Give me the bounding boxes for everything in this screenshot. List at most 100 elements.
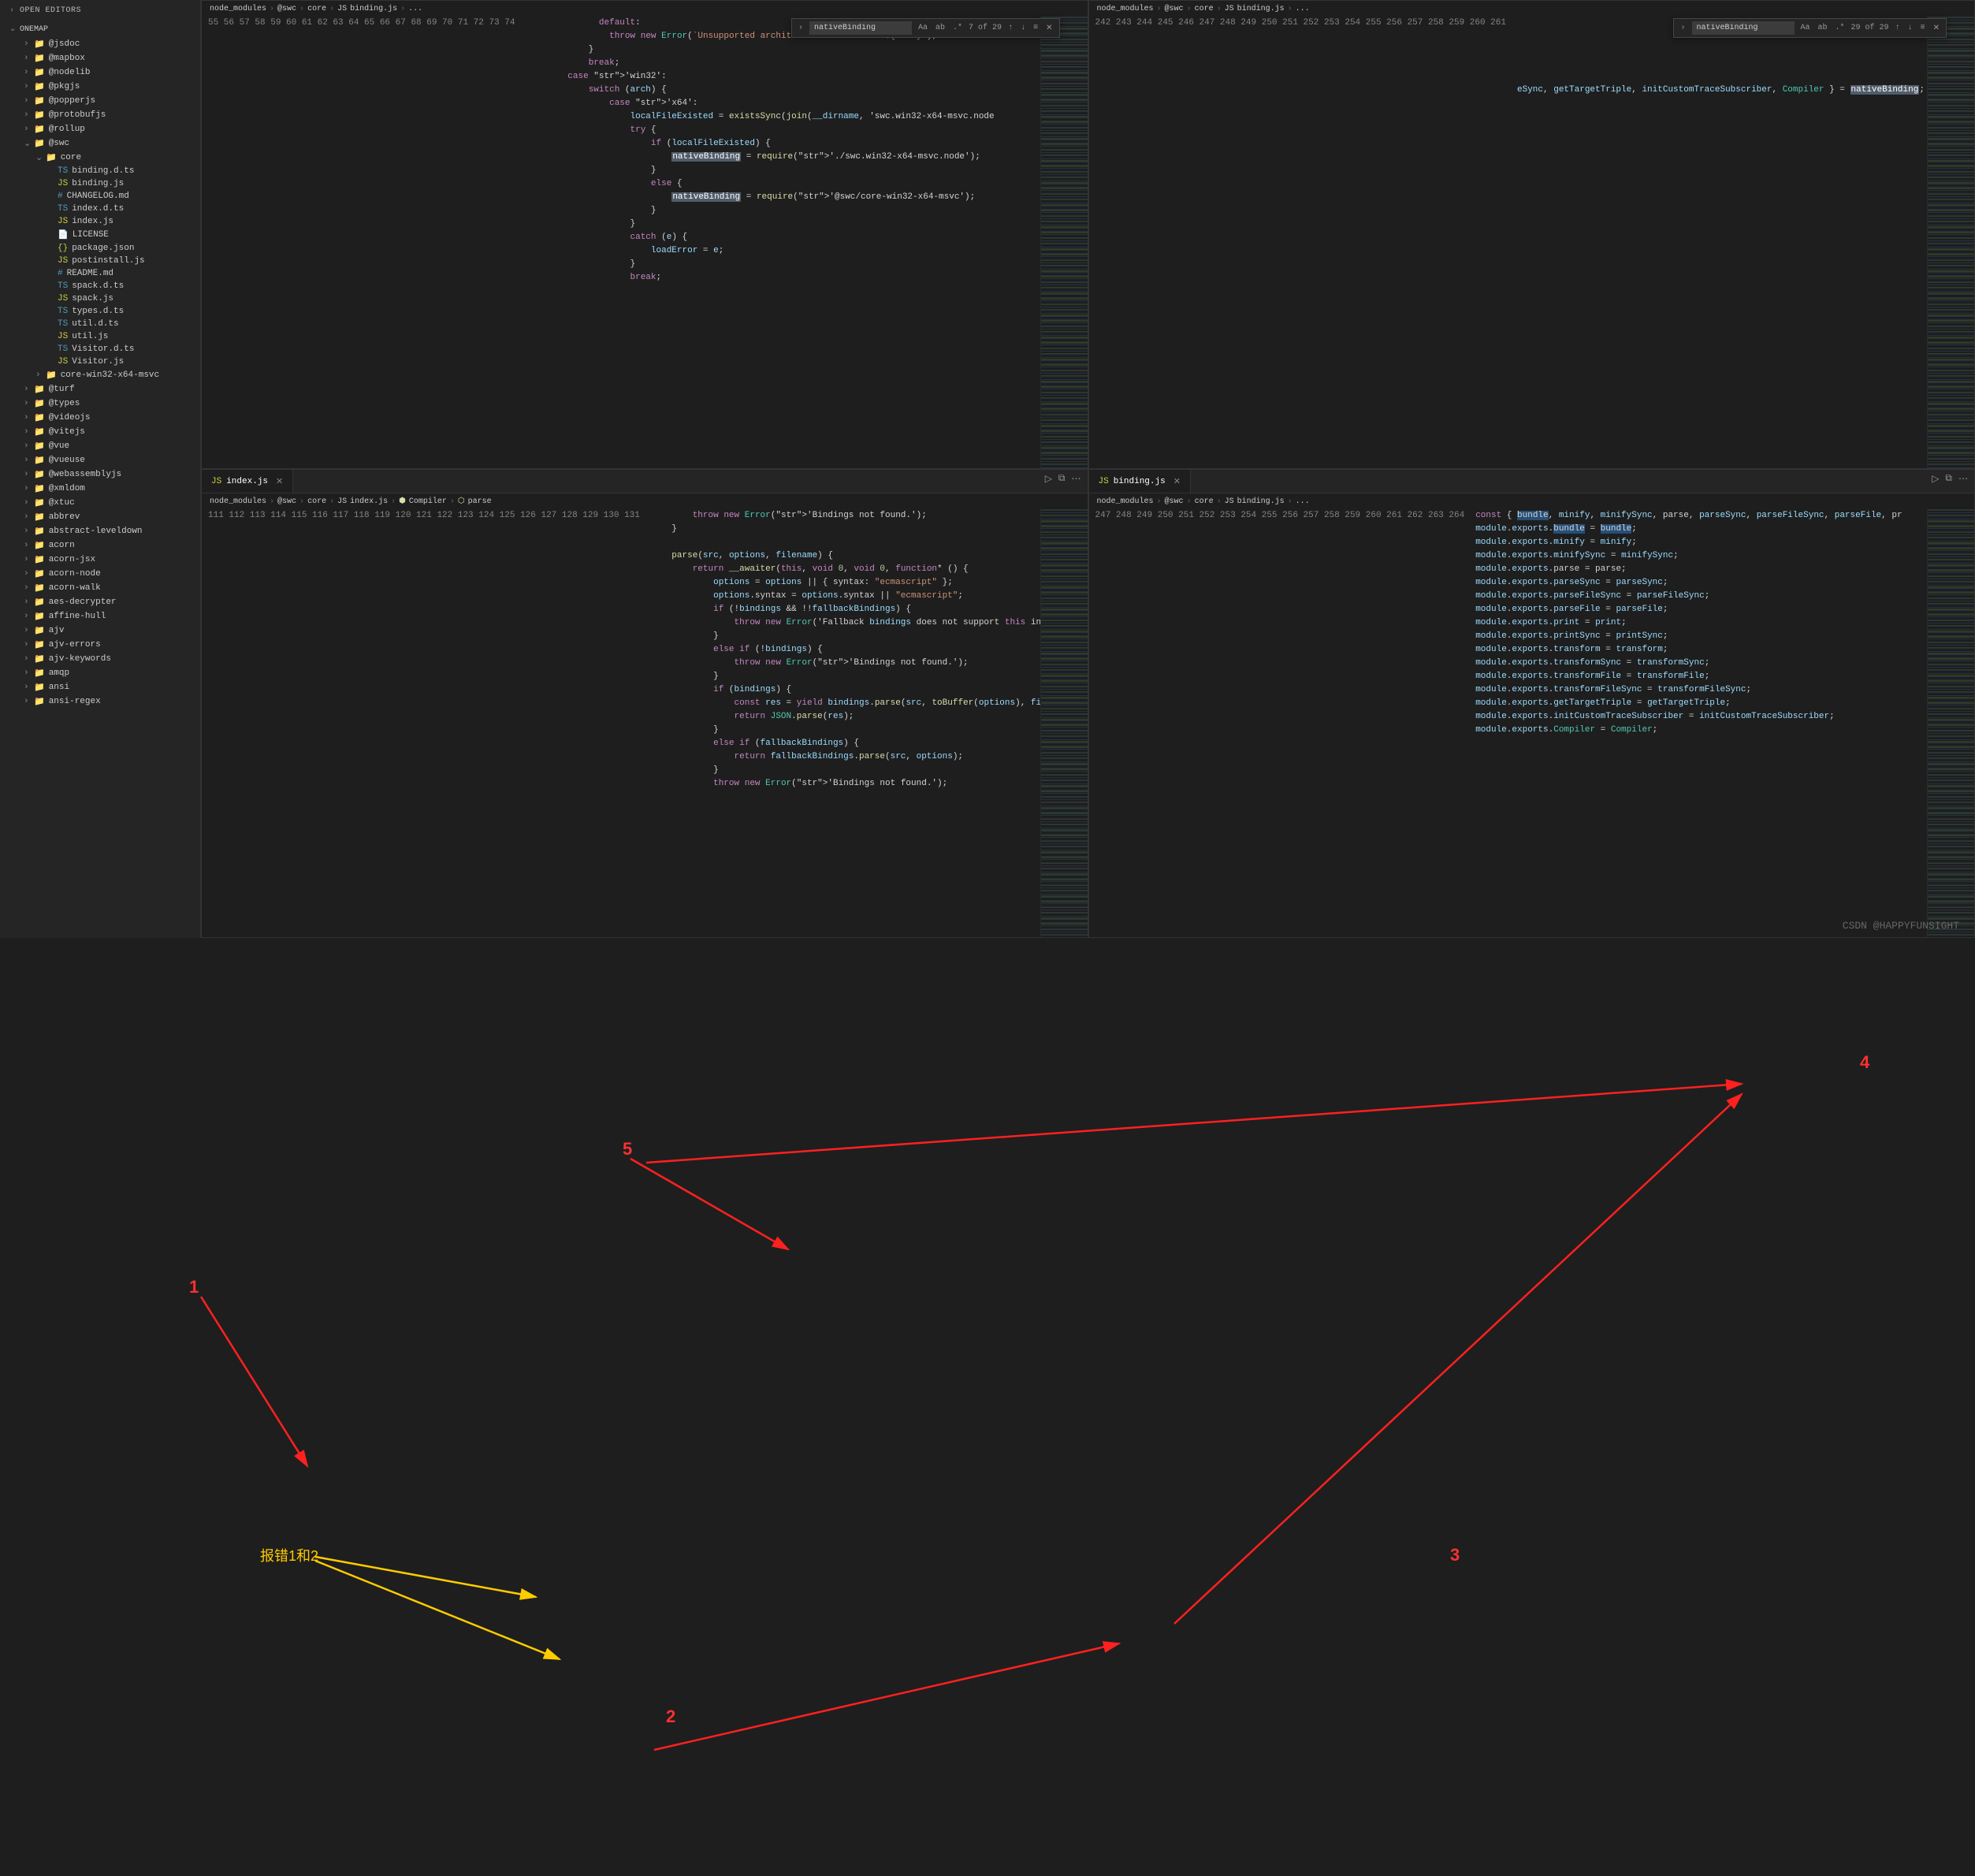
tree-item[interactable]: ›📁@vueuse <box>0 453 200 467</box>
tree-item[interactable]: TSspack.d.ts <box>0 280 200 292</box>
tree-item[interactable]: ›📁acorn-node <box>0 567 200 581</box>
filter-icon[interactable]: ≡ <box>1032 24 1040 32</box>
tree-item[interactable]: ›📁@jsdoc <box>0 37 200 51</box>
tree-item[interactable]: TSVisitor.d.ts <box>0 343 200 355</box>
breadcrumb[interactable]: node_modules› @swc› core› JSbinding.js› … <box>1089 493 1975 509</box>
prev-match-icon[interactable]: ↑ <box>1894 24 1902 32</box>
tree-item[interactable]: TSindex.d.ts <box>0 203 200 215</box>
tree-item[interactable]: ›📁ansi <box>0 680 200 694</box>
tree-item[interactable]: ›📁ajv-keywords <box>0 652 200 666</box>
tree-item[interactable]: #CHANGELOG.md <box>0 190 200 203</box>
code-lines[interactable]: eSync, getTargetTriple, initCustomTraceS… <box>1517 17 1927 468</box>
code-lines[interactable]: default: throw new Error(`Unsupported ar… <box>526 17 1040 468</box>
match-case-icon[interactable]: Aa <box>1799 24 1812 32</box>
tree-item[interactable]: ›📁@pkgjs <box>0 80 200 94</box>
tree-item[interactable]: ›📁core-win32-x64-msvc <box>0 368 200 382</box>
regex-icon[interactable]: .* <box>951 24 964 32</box>
match-case-icon[interactable]: Aa <box>917 24 929 32</box>
chevron-icon[interactable]: › <box>1679 24 1687 32</box>
next-match-icon[interactable]: ↓ <box>1906 24 1914 32</box>
run-icon[interactable]: ▷ <box>1045 473 1052 485</box>
breadcrumb[interactable]: node_modules› @swc› core› JSbinding.js› … <box>1089 1 1975 17</box>
tree-item[interactable]: #README.md <box>0 267 200 280</box>
tree-item[interactable]: JSindex.js <box>0 215 200 228</box>
tree-item[interactable]: JSVisitor.js <box>0 355 200 368</box>
tree-item[interactable]: JSbinding.js <box>0 177 200 190</box>
tree-item[interactable]: ›📁ajv-errors <box>0 638 200 652</box>
filter-icon[interactable]: ≡ <box>1919 24 1927 32</box>
tree-item[interactable]: JSutil.js <box>0 330 200 343</box>
find-widget[interactable]: › Aa ab .* 7 of 29 ↑ ↓ ≡ ✕ <box>791 18 1060 38</box>
code-area[interactable]: 111 112 113 114 115 116 117 118 119 120 … <box>202 509 1088 937</box>
tree-item[interactable]: ›📁acorn <box>0 538 200 553</box>
find-input[interactable] <box>1692 21 1795 35</box>
minimap[interactable] <box>1927 17 1974 468</box>
breadcrumb[interactable]: node_modules› @swc› core› JSindex.js› ⬢C… <box>202 493 1088 509</box>
split-icon[interactable]: ⧉ <box>1058 473 1066 485</box>
code-area[interactable]: 247 248 249 250 251 252 253 254 255 256 … <box>1089 509 1975 937</box>
run-icon[interactable]: ▷ <box>1932 473 1939 485</box>
tree-item[interactable]: ›📁@protobufjs <box>0 108 200 122</box>
code-lines[interactable]: throw new Error("str">'Bindings not foun… <box>651 509 1040 937</box>
gutter: 55 56 57 58 59 60 61 62 63 64 65 66 67 6… <box>202 17 526 468</box>
match-word-icon[interactable]: ab <box>934 24 947 32</box>
code-area[interactable]: 55 56 57 58 59 60 61 62 63 64 65 66 67 6… <box>202 17 1088 468</box>
tree-item[interactable]: ›📁ansi-regex <box>0 694 200 709</box>
more-icon[interactable]: ⋯ <box>1072 473 1081 485</box>
open-editors-header[interactable]: ›OPEN EDITORS <box>0 0 200 21</box>
tree-item[interactable]: ›📁@nodelib <box>0 65 200 80</box>
tree-item[interactable]: {}package.json <box>0 242 200 255</box>
prev-match-icon[interactable]: ↑ <box>1006 24 1014 32</box>
tab-binding-js[interactable]: JSbinding.js✕ <box>1089 470 1191 493</box>
tree-item[interactable]: ›📁abstract-leveldown <box>0 524 200 538</box>
minimap[interactable] <box>1040 509 1088 937</box>
tree-item[interactable]: ›📁affine-hull <box>0 609 200 623</box>
close-icon[interactable]: ✕ <box>1044 24 1054 33</box>
tree-item[interactable]: ›📁amqp <box>0 666 200 680</box>
regex-icon[interactable]: .* <box>1834 24 1847 32</box>
tree-item[interactable]: JSpostinstall.js <box>0 255 200 267</box>
split-icon[interactable]: ⧉ <box>1945 473 1952 485</box>
tree-item[interactable]: ›📁@rollup <box>0 122 200 136</box>
sidebar[interactable]: ›OPEN EDITORS ⌄ONEMAP ›📁@jsdoc›📁@mapbox›… <box>0 0 201 938</box>
code-lines[interactable]: const { bundle, minify, minifySync, pars… <box>1475 509 1927 937</box>
tree-item[interactable]: ›📁@xmldom <box>0 482 200 496</box>
close-icon[interactable]: ✕ <box>1932 24 1941 33</box>
tab-index-js[interactable]: JSindex.js✕ <box>202 470 293 493</box>
close-icon[interactable]: ✕ <box>1173 476 1181 487</box>
code-area[interactable]: 242 243 244 245 246 247 248 249 250 251 … <box>1089 17 1975 468</box>
tree-item[interactable]: ›📁@videojs <box>0 411 200 425</box>
tree-item[interactable]: ⌄📁core <box>0 151 200 165</box>
next-match-icon[interactable]: ↓ <box>1019 24 1027 32</box>
tree-item[interactable]: JSspack.js <box>0 292 200 305</box>
tree-item[interactable]: TStypes.d.ts <box>0 305 200 318</box>
workspace-header[interactable]: ⌄ONEMAP <box>0 21 200 37</box>
tree-item[interactable]: ›📁@xtuc <box>0 496 200 510</box>
tree-item[interactable]: ›📁@webassemblyjs <box>0 467 200 482</box>
tree-item[interactable]: ›📁aes-decrypter <box>0 595 200 609</box>
tree-item[interactable]: ›📁@vue <box>0 439 200 453</box>
more-icon[interactable]: ⋯ <box>1958 473 1968 485</box>
close-icon[interactable]: ✕ <box>276 476 283 487</box>
tree-item[interactable]: 📄LICENSE <box>0 228 200 242</box>
tree-item[interactable]: ›📁@types <box>0 396 200 411</box>
find-widget[interactable]: › Aa ab .* 29 of 29 ↑ ↓ ≡ ✕ <box>1673 18 1947 38</box>
tree-item[interactable]: ›📁acorn-jsx <box>0 553 200 567</box>
tree-item[interactable]: ›📁acorn-walk <box>0 581 200 595</box>
tree-item[interactable]: TSutil.d.ts <box>0 318 200 330</box>
breadcrumb[interactable]: node_modules› @swc› core› JSbinding.js› … <box>202 1 1088 17</box>
annotation-1: 1 <box>189 1277 199 1297</box>
chevron-icon[interactable]: › <box>797 24 805 32</box>
tree-item[interactable]: ›📁@popperjs <box>0 94 200 108</box>
tree-item[interactable]: ›📁@turf <box>0 382 200 396</box>
tree-item[interactable]: ›📁@mapbox <box>0 51 200 65</box>
tree-item[interactable]: ›📁abbrev <box>0 510 200 524</box>
match-word-icon[interactable]: ab <box>1817 24 1829 32</box>
find-input[interactable] <box>809 21 912 35</box>
tree-item[interactable]: TSbinding.d.ts <box>0 165 200 177</box>
minimap[interactable] <box>1927 509 1974 937</box>
tree-item[interactable]: ›📁@vitejs <box>0 425 200 439</box>
tree-item[interactable]: ⌄📁@swc <box>0 136 200 151</box>
tree-item[interactable]: ›📁ajv <box>0 623 200 638</box>
minimap[interactable] <box>1040 17 1088 468</box>
